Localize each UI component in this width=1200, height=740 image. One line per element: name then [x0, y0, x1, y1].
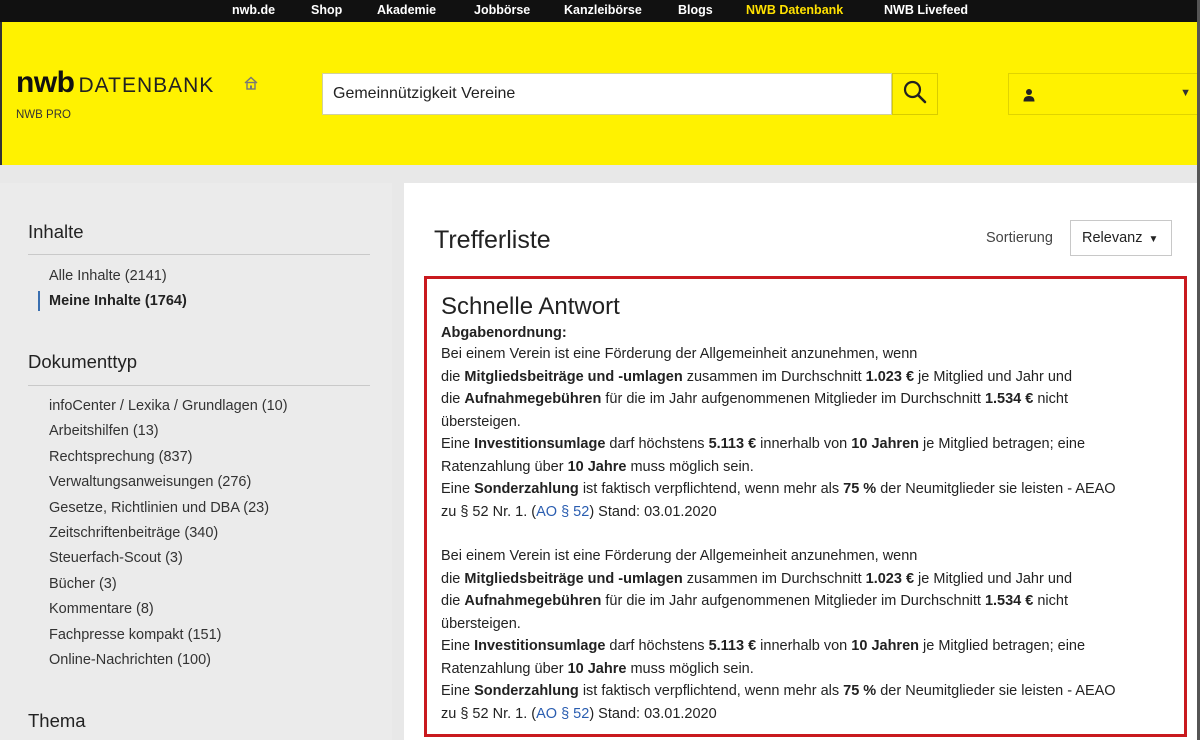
user-menu[interactable]: ▼: [1008, 73, 1198, 115]
search-button[interactable]: [892, 73, 938, 115]
search-icon: [902, 79, 928, 110]
filter-alle-inhalte[interactable]: Alle Inhalte (2141): [49, 268, 167, 284]
page-title: Trefferliste: [434, 226, 551, 254]
divider: [28, 385, 370, 386]
logo[interactable]: nwb DATENBANK: [16, 66, 214, 100]
search-input[interactable]: [323, 74, 891, 114]
quick-answer-box: Schnelle Antwort Abgabenordnung: Bei ein…: [424, 276, 1187, 737]
text-line: Ratenzahlung über 10 Jahre muss möglich …: [441, 458, 754, 475]
filter-online-nachrichten[interactable]: Online-Nachrichten (100): [49, 652, 211, 668]
filter-rechtsprechung[interactable]: Rechtsprechung (837): [49, 449, 192, 465]
text-line: die Aufnahmegebühren für die im Jahr auf…: [441, 593, 1069, 609]
caret-down-icon: ▼: [1148, 234, 1159, 245]
filter-sidebar: Inhalte Alle Inhalte (2141) Meine Inhalt…: [0, 183, 392, 740]
filter-gesetze[interactable]: Gesetze, Richtlinien und DBA (23): [49, 500, 269, 516]
sort-dropdown[interactable]: Relevanz ▼: [1070, 220, 1172, 256]
nav-nwb-datenbank[interactable]: NWB Datenbank: [746, 3, 843, 17]
text-line: Ratenzahlung über 10 Jahre muss möglich …: [441, 660, 754, 677]
nav-shop[interactable]: Shop: [311, 3, 342, 17]
filter-arbeitshilfen[interactable]: Arbeitshilfen (13): [49, 423, 159, 439]
text-line: Bei einem Verein ist eine Förderung der …: [441, 346, 918, 362]
text-line: Eine Investitionsumlage darf höchstens 5…: [441, 436, 1086, 452]
heading-inhalte: Inhalte: [28, 221, 84, 242]
filter-meine-inhalte[interactable]: Meine Inhalte (1764): [49, 293, 187, 309]
filter-fachpresse-kompakt[interactable]: Fachpresse kompakt (151): [49, 627, 221, 643]
user-icon: [1023, 88, 1035, 102]
text-line: Eine Sonderzahlung ist faktisch verpflic…: [441, 683, 1116, 699]
top-navigation: nwb.de Shop Akademie Jobbörse Kanzleibör…: [0, 0, 1200, 22]
text-line: übersteigen.: [441, 413, 521, 430]
nav-jobboerse[interactable]: Jobbörse: [474, 3, 530, 17]
nav-kanzleiboerse[interactable]: Kanzleibörse: [564, 3, 642, 17]
quick-answer-subtitle: Abgabenordnung:: [441, 325, 567, 341]
answer-paragraph: Bei einem Verein ist eine Förderung der …: [441, 343, 1166, 523]
text-line: übersteigen.: [441, 615, 521, 632]
text-line: zu § 52 Nr. 1. (AO § 52) Stand: 03.01.20…: [441, 503, 717, 520]
text-line: zu § 52 Nr. 1. (AO § 52) Stand: 03.01.20…: [441, 705, 717, 722]
filter-zeitschriftenbeitraege[interactable]: Zeitschriftenbeiträge (340): [49, 525, 218, 541]
home-icon[interactable]: [242, 74, 260, 92]
active-indicator: [38, 291, 40, 311]
answer-paragraph: Bei einem Verein ist eine Förderung der …: [441, 545, 1166, 725]
logo-nwb: nwb: [16, 66, 75, 99]
law-link-ao-52[interactable]: AO § 52: [536, 706, 589, 722]
results-panel: Trefferliste Sortierung Relevanz ▼ Schnel…: [404, 183, 1200, 740]
filter-kommentare[interactable]: Kommentare (8): [49, 601, 154, 617]
text-line: die Mitgliedsbeiträge und -umlagen zusam…: [441, 570, 1073, 587]
filter-buecher[interactable]: Bücher (3): [49, 576, 117, 592]
nav-blogs[interactable]: Blogs: [678, 3, 713, 17]
caret-down-icon: ▼: [1180, 87, 1191, 99]
text-line: Eine Investitionsumlage darf höchstens 5…: [441, 638, 1086, 654]
quick-answer-title: Schnelle Antwort: [441, 293, 620, 320]
text-line: Bei einem Verein ist eine Förderung der …: [441, 548, 918, 564]
text-line: Eine Sonderzahlung ist faktisch verpflic…: [441, 481, 1116, 497]
heading-thema: Thema: [28, 710, 86, 731]
text-line: die Aufnahmegebühren für die im Jahr auf…: [441, 391, 1069, 407]
search-field[interactable]: [322, 73, 892, 115]
edition-label: NWB PRO: [16, 109, 71, 121]
logo-datenbank: DATENBANK: [78, 74, 215, 97]
text-line: die Mitgliedsbeiträge und -umlagen zusam…: [441, 368, 1073, 385]
heading-dokumenttyp: Dokumenttyp: [28, 351, 137, 372]
filter-infocenter[interactable]: infoCenter / Lexika / Grundlagen (10): [49, 398, 288, 414]
nav-akademie[interactable]: Akademie: [377, 3, 436, 17]
header: nwbDATENBANK NWB PRO ▼: [0, 22, 1200, 165]
filter-verwaltungsanweisungen[interactable]: Verwaltungsanweisungen (276): [49, 474, 251, 490]
law-link-ao-52[interactable]: AO § 52: [536, 504, 589, 520]
filter-steuerfach-scout[interactable]: Steuerfach-Scout (3): [49, 550, 183, 566]
sort-value: Relevanz: [1082, 230, 1143, 246]
nav-nwb-livefeed[interactable]: NWB Livefeed: [884, 3, 968, 17]
sort-label: Sortierung: [986, 230, 1053, 246]
divider: [28, 254, 370, 255]
nav-nwb-de[interactable]: nwb.de: [232, 3, 275, 17]
